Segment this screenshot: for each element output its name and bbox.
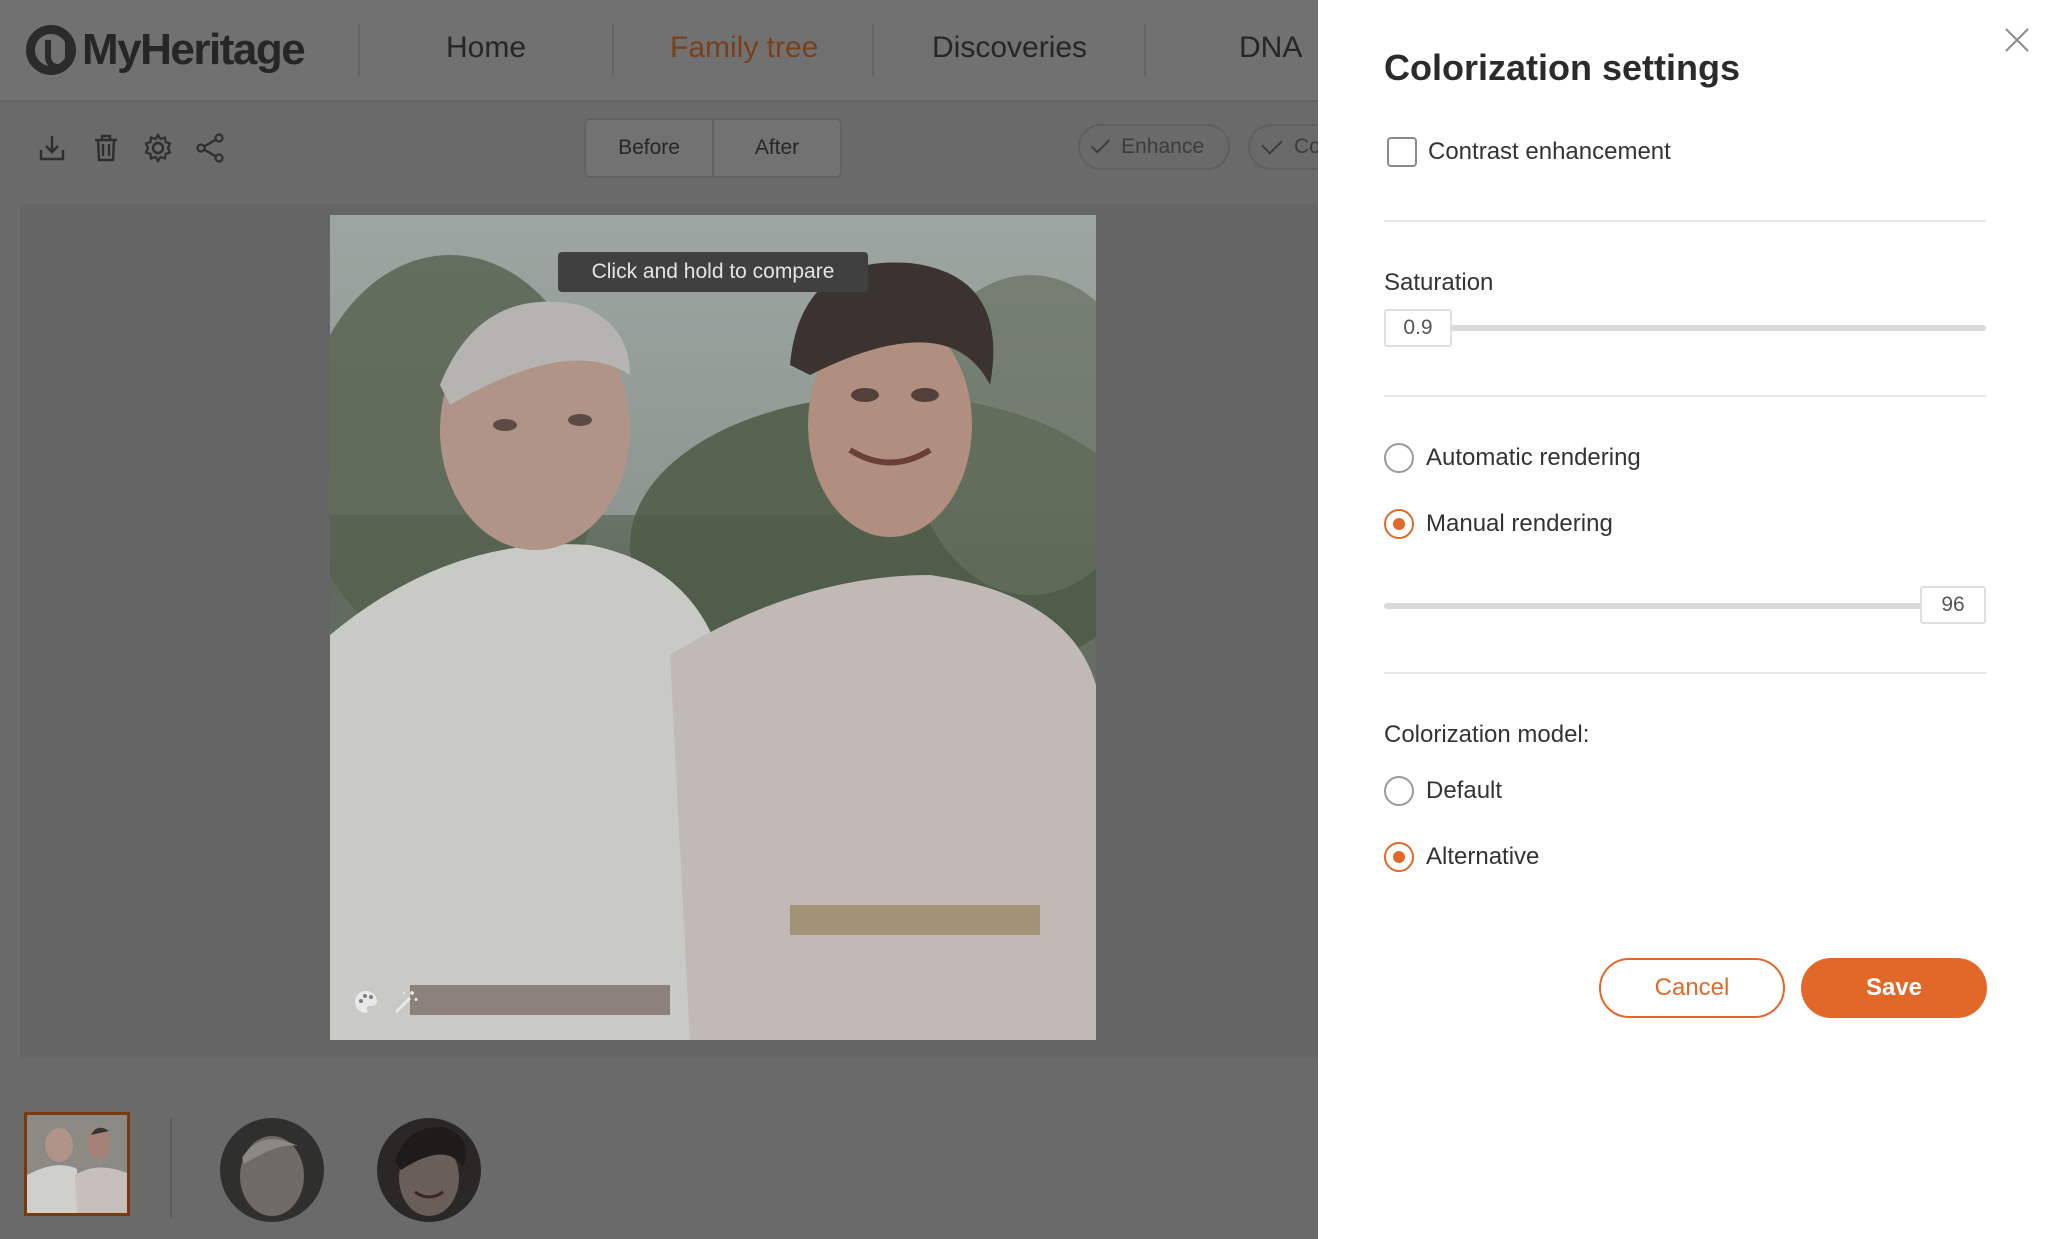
- nav-item-family-tree[interactable]: Family tree: [670, 28, 818, 68]
- myheritage-logo[interactable]: MyHeritage: [26, 22, 306, 78]
- face-thumbnail-man[interactable]: [220, 1118, 324, 1222]
- automatic-rendering-radio[interactable]: [1384, 443, 1414, 473]
- app-background: MyHeritage Home Family tree Discoveries …: [0, 0, 1318, 1239]
- manual-rendering-radio[interactable]: [1384, 509, 1414, 539]
- panel-title: Colorization settings: [1384, 47, 1741, 88]
- nav-item-discoveries[interactable]: Discoveries: [932, 28, 1087, 68]
- trash-icon[interactable]: [90, 132, 122, 164]
- nav-divider: [1144, 24, 1146, 76]
- automatic-rendering-label[interactable]: Automatic rendering: [1426, 443, 1641, 473]
- face-illustration: [377, 1118, 481, 1222]
- save-button[interactable]: Save: [1801, 958, 1987, 1018]
- default-model-label[interactable]: Default: [1426, 776, 1502, 806]
- logo-icon: [26, 25, 76, 75]
- magic-wand-icon[interactable]: [392, 988, 420, 1016]
- saturation-slider-track[interactable]: [1448, 325, 1986, 331]
- thumbnail-divider: [170, 1118, 172, 1218]
- gear-icon[interactable]: [142, 132, 174, 164]
- nav-item-dna[interactable]: DNA: [1239, 28, 1302, 68]
- after-button[interactable]: After: [714, 120, 840, 176]
- before-button[interactable]: Before: [586, 120, 712, 176]
- default-model-radio[interactable]: [1384, 776, 1414, 806]
- section-divider: [1384, 220, 1986, 222]
- rendering-slider-track[interactable]: [1384, 603, 1924, 609]
- rendering-slider-handle[interactable]: 96: [1920, 586, 1986, 624]
- checkmark-icon: [1090, 134, 1111, 154]
- photo-illustration: [330, 215, 1096, 1040]
- contrast-enhancement-checkbox[interactable]: [1387, 137, 1417, 167]
- cancel-button[interactable]: Cancel: [1599, 958, 1785, 1018]
- alternative-model-label[interactable]: Alternative: [1426, 842, 1539, 872]
- top-navigation: MyHeritage Home Family tree Discoveries …: [0, 0, 1318, 102]
- saturation-slider-handle[interactable]: 0.9: [1384, 309, 1452, 347]
- colorize-toggle[interactable]: Co: [1248, 124, 1318, 170]
- manual-rendering-label[interactable]: Manual rendering: [1426, 509, 1613, 539]
- colorized-photo[interactable]: [330, 215, 1096, 1040]
- nav-item-home[interactable]: Home: [446, 28, 526, 68]
- nav-divider: [358, 24, 360, 76]
- download-icon[interactable]: [36, 132, 68, 164]
- palette-icon[interactable]: [352, 988, 380, 1016]
- face-thumbnail-woman[interactable]: [377, 1118, 481, 1222]
- contrast-enhancement-label[interactable]: Contrast enhancement: [1428, 137, 1671, 167]
- colorize-label: Co: [1294, 135, 1318, 158]
- nav-divider: [612, 24, 614, 76]
- close-icon[interactable]: [2003, 26, 2031, 54]
- face-illustration: [220, 1118, 324, 1222]
- saturation-label: Saturation: [1384, 269, 1494, 296]
- section-divider: [1384, 672, 1986, 674]
- enhance-toggle[interactable]: Enhance: [1078, 124, 1230, 170]
- enhance-label: Enhance: [1121, 135, 1204, 158]
- thumbnail-illustration: [27, 1115, 127, 1213]
- logo-text: MyHeritage: [82, 25, 306, 74]
- nav-divider: [872, 24, 874, 76]
- share-icon[interactable]: [194, 132, 226, 164]
- checkmark-icon: [1261, 133, 1283, 155]
- compare-tooltip: Click and hold to compare: [558, 252, 868, 292]
- section-divider: [1384, 395, 1986, 397]
- before-after-toggle: Before After: [584, 118, 842, 178]
- colorization-model-label: Colorization model:: [1384, 721, 1590, 748]
- thumbnail-photo-selected[interactable]: [24, 1112, 130, 1216]
- alternative-model-radio[interactable]: [1384, 842, 1414, 872]
